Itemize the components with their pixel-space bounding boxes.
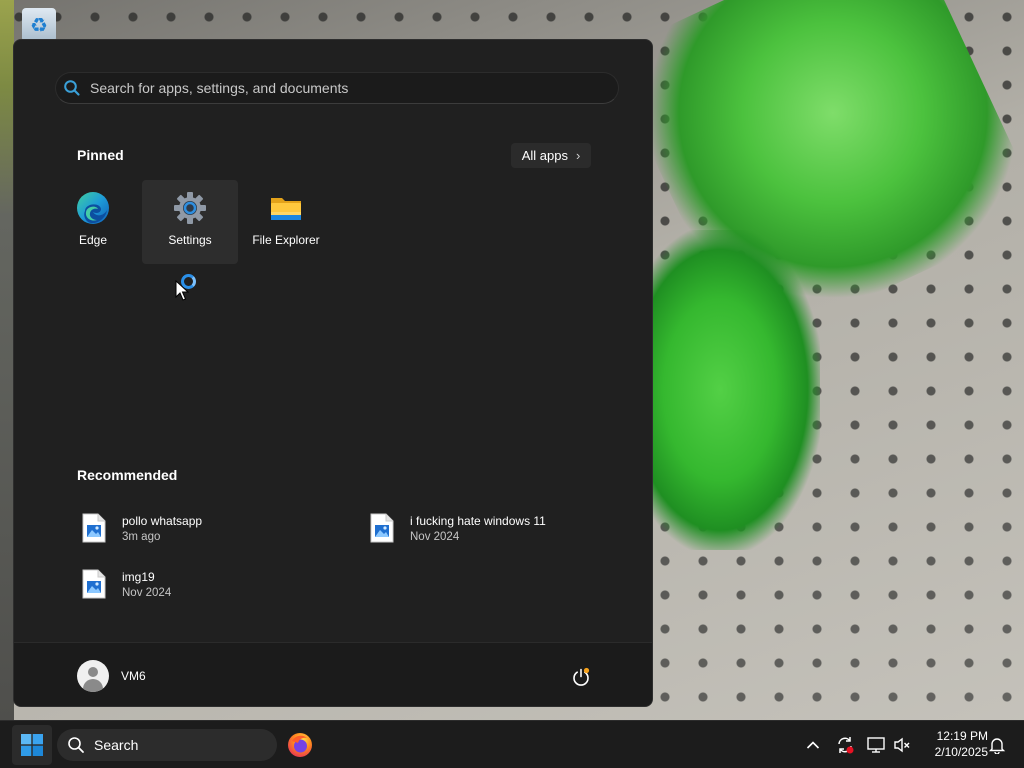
image-file-icon xyxy=(82,569,106,599)
search-icon xyxy=(68,737,84,753)
start-menu-footer: VM6 xyxy=(14,642,652,706)
start-menu: Pinned All apps › Edge xyxy=(13,39,653,707)
mouse-cursor-icon xyxy=(175,280,189,301)
start-search-input[interactable] xyxy=(90,80,570,96)
pinned-app-edge[interactable]: Edge xyxy=(45,180,141,264)
all-apps-label: All apps xyxy=(521,148,568,163)
user-account-button[interactable]: VM6 xyxy=(77,660,146,692)
power-icon[interactable] xyxy=(571,667,591,687)
search-icon xyxy=(63,79,81,97)
recommended-item-name: i fucking hate windows 11 xyxy=(410,513,546,528)
app-label: Settings xyxy=(168,233,212,247)
taskbar: Search 12:19 PM 2/10/2025 xyxy=(0,720,1024,768)
clock-date: 2/10/2025 xyxy=(934,745,988,759)
recommended-item-pollo-whatsapp[interactable]: pollo whatsapp 3m ago xyxy=(77,507,337,549)
start-search-box[interactable] xyxy=(55,72,619,104)
start-button[interactable] xyxy=(12,725,52,765)
sync-icon[interactable] xyxy=(834,734,856,756)
all-apps-button[interactable]: All apps › xyxy=(511,143,591,168)
avatar xyxy=(77,660,109,692)
taskbar-search-box[interactable]: Search xyxy=(57,729,277,761)
recycle-bin-icon[interactable]: ♻ xyxy=(22,8,56,42)
windows-logo-icon xyxy=(21,734,43,756)
clock-time: 12:19 PM xyxy=(936,729,988,743)
firefox-icon[interactable] xyxy=(287,732,313,758)
user-name: VM6 xyxy=(121,669,146,683)
recommended-item-img19[interactable]: img19 Nov 2024 xyxy=(77,563,337,605)
image-file-icon xyxy=(370,513,394,543)
folder-icon xyxy=(269,191,303,225)
image-file-icon xyxy=(82,513,106,543)
recommended-heading: Recommended xyxy=(77,467,178,483)
pinned-heading: Pinned xyxy=(77,147,124,163)
taskbar-search-label: Search xyxy=(94,737,139,753)
pinned-app-settings[interactable]: Settings xyxy=(142,180,238,264)
volume-muted-icon[interactable] xyxy=(891,734,913,756)
network-disconnected-icon[interactable] xyxy=(865,734,887,756)
taskbar-clock[interactable]: 12:19 PM 2/10/2025 xyxy=(920,728,988,760)
pinned-apps-grid: Edge Settings File Explorer xyxy=(45,180,625,264)
desktop-edge-strip xyxy=(0,0,14,720)
recommended-item-time: Nov 2024 xyxy=(410,530,460,543)
app-label: File Explorer xyxy=(252,233,320,247)
recommended-item-time: 3m ago xyxy=(122,530,161,543)
recommended-item-name: pollo whatsapp xyxy=(122,513,203,528)
edge-icon xyxy=(76,191,110,225)
pinned-app-file-explorer[interactable]: File Explorer xyxy=(238,180,334,264)
settings-gear-icon xyxy=(173,191,207,225)
app-label: Edge xyxy=(78,233,108,247)
recommended-item-name: img19 xyxy=(122,569,155,584)
chevron-right-icon: › xyxy=(575,148,581,163)
recommended-item-time: Nov 2024 xyxy=(122,586,172,599)
chevron-up-icon[interactable] xyxy=(802,734,824,756)
recommended-item-windows-11[interactable]: i fucking hate windows 11 Nov 2024 xyxy=(365,507,625,549)
notification-bell-icon[interactable] xyxy=(986,734,1008,756)
